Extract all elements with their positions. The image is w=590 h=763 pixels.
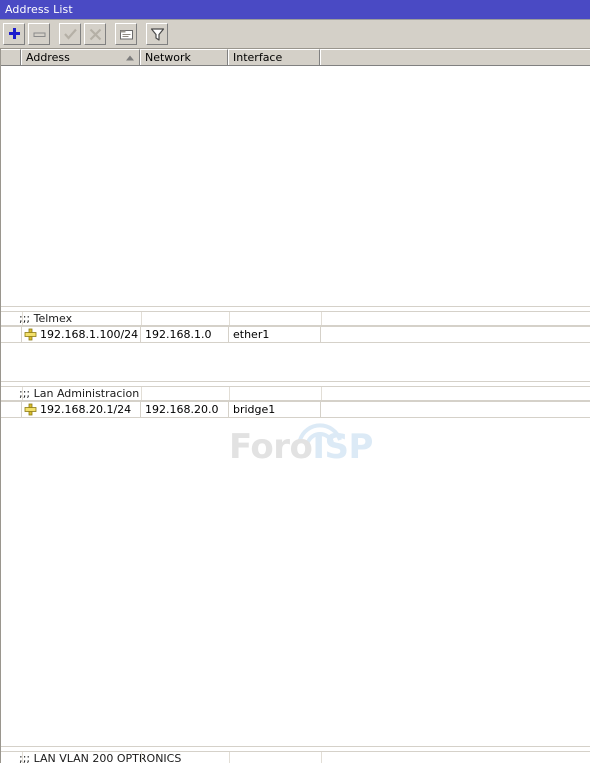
- column-header-interface-label: Interface: [233, 51, 283, 64]
- column-header-gutter[interactable]: [0, 49, 21, 65]
- plus-icon: [7, 27, 22, 42]
- row-gutter: [1, 401, 22, 418]
- disable-button[interactable]: [84, 23, 106, 45]
- comment-row[interactable]: ;;; Lan Administracion: [1, 386, 590, 401]
- comment-text: ;;; Telmex: [19, 312, 73, 325]
- comment-row[interactable]: ;;; LAN VLAN 200 OPTRONICS: [1, 751, 590, 763]
- window-titlebar: Address List: [0, 0, 590, 20]
- row-gutter: [1, 326, 22, 343]
- minus-icon: [32, 27, 47, 42]
- cell-interface-text: ether1: [233, 328, 270, 341]
- comment-text: ;;; LAN VLAN 200 OPTRONICS: [19, 752, 182, 763]
- add-button[interactable]: [3, 23, 25, 45]
- address-list-window: Address List Address Network Interface F…: [0, 0, 590, 763]
- window-title: Address List: [5, 3, 73, 16]
- cell-address[interactable]: 192.168.20.1/24: [22, 401, 141, 418]
- table-header-row: Address Network Interface: [0, 49, 590, 66]
- comment-row[interactable]: ;;; Telmex: [1, 311, 590, 326]
- check-icon: [63, 27, 78, 42]
- group-separator: [1, 381, 590, 382]
- table-row[interactable]: 192.168.1.100/24 192.168.1.0 ether1: [1, 326, 590, 343]
- column-header-address-label: Address: [26, 51, 70, 64]
- column-header-address[interactable]: Address: [21, 49, 140, 65]
- cell-interface-text: bridge1: [233, 403, 276, 416]
- address-icon: [24, 403, 37, 416]
- watermark: ForoISP: [229, 430, 373, 464]
- cell-address-text: 192.168.1.100/24: [40, 328, 139, 341]
- wifi-arc-icon: [298, 423, 342, 443]
- column-header-network[interactable]: Network: [140, 49, 228, 65]
- cell-address-text: 192.168.20.1/24: [40, 403, 132, 416]
- comment-icon: [119, 27, 134, 42]
- cell-extra[interactable]: [321, 326, 590, 343]
- cell-address[interactable]: 192.168.1.100/24: [22, 326, 141, 343]
- table-row[interactable]: 192.168.20.1/24 192.168.20.0 bridge1: [1, 401, 590, 418]
- address-icon: [24, 328, 37, 341]
- column-header-network-label: Network: [145, 51, 191, 64]
- funnel-icon: [150, 27, 165, 42]
- cell-interface[interactable]: bridge1: [229, 401, 321, 418]
- comment-button[interactable]: [115, 23, 137, 45]
- group-separator: [1, 746, 590, 747]
- remove-button[interactable]: [28, 23, 50, 45]
- cell-interface[interactable]: ether1: [229, 326, 321, 343]
- column-header-extra[interactable]: [320, 49, 590, 65]
- sort-ascending-icon: [126, 55, 134, 60]
- cell-network[interactable]: 192.168.1.0: [141, 326, 229, 343]
- cell-network[interactable]: 192.168.20.0: [141, 401, 229, 418]
- watermark-foro: Foro: [229, 427, 313, 467]
- watermark-isp: ISP: [312, 427, 373, 467]
- cross-icon: [88, 27, 103, 42]
- enable-button[interactable]: [59, 23, 81, 45]
- cell-network-text: 192.168.20.0: [145, 403, 219, 416]
- group-separator: [1, 306, 590, 307]
- table-body: ForoISP ;;; Telmex 192.168.1.100/24 192.…: [0, 66, 590, 763]
- address-table: Address Network Interface ForoISP ;;; Te…: [0, 49, 590, 763]
- filter-button[interactable]: [146, 23, 168, 45]
- cell-extra[interactable]: [321, 401, 590, 418]
- cell-network-text: 192.168.1.0: [145, 328, 212, 341]
- client-left-border: [0, 49, 1, 763]
- column-header-interface[interactable]: Interface: [228, 49, 320, 65]
- toolbar: [0, 20, 590, 49]
- comment-text: ;;; Lan Administracion: [19, 387, 140, 400]
